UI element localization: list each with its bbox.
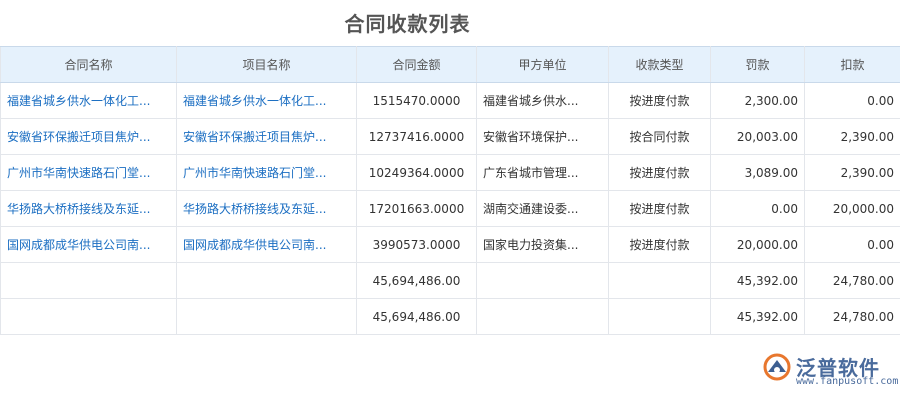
column-header-party-a[interactable]: 甲方单位 bbox=[476, 46, 609, 83]
subtotal-penalty: 45,392.00 bbox=[710, 262, 805, 299]
table-row[interactable]: 安徽省环保搬迁项目焦炉... 安徽省环保搬迁项目焦炉... 12737416.0… bbox=[0, 118, 900, 155]
penalty-cell: 2,300.00 bbox=[710, 82, 805, 119]
receipt-type-cell: 按进度付款 bbox=[608, 226, 711, 263]
total-deduction: 24,780.00 bbox=[804, 298, 900, 335]
project-name-link[interactable]: 华扬路大桥桥接线及东延... bbox=[176, 190, 357, 227]
party-a-cell: 湖南交通建设委... bbox=[476, 190, 609, 227]
table-row[interactable]: 福建省城乡供水一体化工... 福建省城乡供水一体化工... 1515470.00… bbox=[0, 82, 900, 119]
page-title: 合同收款列表 bbox=[344, 12, 471, 36]
contract-name-link[interactable]: 福建省城乡供水一体化工... bbox=[0, 82, 177, 119]
project-name-link[interactable]: 广州市华南快速路石门堂... bbox=[176, 154, 357, 191]
contract-name-link[interactable]: 安徽省环保搬迁项目焦炉... bbox=[0, 118, 177, 155]
project-name-link[interactable]: 国网成都成华供电公司南... bbox=[176, 226, 357, 263]
column-header-penalty[interactable]: 罚款 bbox=[710, 46, 805, 83]
subtotal-amount: 45,694,486.00 bbox=[356, 262, 477, 299]
empty-cell bbox=[0, 262, 177, 299]
receipt-type-cell: 按合同付款 bbox=[608, 118, 711, 155]
total-row: 45,694,486.00 45,392.00 24,780.00 bbox=[0, 298, 900, 335]
column-header-contract-name[interactable]: 合同名称 bbox=[0, 46, 177, 83]
empty-cell bbox=[608, 262, 711, 299]
empty-cell bbox=[176, 298, 357, 335]
contract-receipt-table: 合同名称 项目名称 合同金额 甲方单位 收款类型 罚款 扣款 福建省城乡供水一体… bbox=[0, 46, 900, 335]
contract-amount-cell: 3990573.0000 bbox=[356, 226, 477, 263]
empty-cell bbox=[476, 298, 609, 335]
empty-cell bbox=[476, 262, 609, 299]
receipt-type-cell: 按进度付款 bbox=[608, 190, 711, 227]
column-header-contract-amount[interactable]: 合同金额 bbox=[356, 46, 477, 83]
party-a-cell: 安徽省环境保护... bbox=[476, 118, 609, 155]
logo-url: www.fanpusoft.com bbox=[796, 376, 899, 387]
penalty-cell: 20,000.00 bbox=[710, 226, 805, 263]
subtotal-row: 45,694,486.00 45,392.00 24,780.00 bbox=[0, 262, 900, 299]
empty-cell bbox=[608, 298, 711, 335]
brand-logo: 泛普软件 www.fanpusoft.com bbox=[762, 350, 898, 394]
party-a-cell: 福建省城乡供水... bbox=[476, 82, 609, 119]
total-amount: 45,694,486.00 bbox=[356, 298, 477, 335]
party-a-cell: 国家电力投资集... bbox=[476, 226, 609, 263]
deduction-cell: 2,390.00 bbox=[804, 154, 900, 191]
total-penalty: 45,392.00 bbox=[710, 298, 805, 335]
column-header-project-name[interactable]: 项目名称 bbox=[176, 46, 357, 83]
deduction-cell: 0.00 bbox=[804, 226, 900, 263]
column-header-deduction[interactable]: 扣款 bbox=[804, 46, 900, 83]
subtotal-deduction: 24,780.00 bbox=[804, 262, 900, 299]
penalty-cell: 0.00 bbox=[710, 190, 805, 227]
contract-amount-cell: 10249364.0000 bbox=[356, 154, 477, 191]
table-header-row: 合同名称 项目名称 合同金额 甲方单位 收款类型 罚款 扣款 bbox=[0, 46, 900, 83]
fanpu-logo-icon bbox=[763, 353, 791, 381]
project-name-link[interactable]: 安徽省环保搬迁项目焦炉... bbox=[176, 118, 357, 155]
penalty-cell: 3,089.00 bbox=[710, 154, 805, 191]
contract-amount-cell: 1515470.0000 bbox=[356, 82, 477, 119]
deduction-cell: 20,000.00 bbox=[804, 190, 900, 227]
penalty-cell: 20,003.00 bbox=[710, 118, 805, 155]
empty-cell bbox=[0, 298, 177, 335]
party-a-cell: 广东省城市管理... bbox=[476, 154, 609, 191]
project-name-link[interactable]: 福建省城乡供水一体化工... bbox=[176, 82, 357, 119]
column-header-receipt-type[interactable]: 收款类型 bbox=[608, 46, 711, 83]
contract-amount-cell: 17201663.0000 bbox=[356, 190, 477, 227]
receipt-type-cell: 按进度付款 bbox=[608, 154, 711, 191]
table-row[interactable]: 广州市华南快速路石门堂... 广州市华南快速路石门堂... 10249364.0… bbox=[0, 154, 900, 191]
table-row[interactable]: 国网成都成华供电公司南... 国网成都成华供电公司南... 3990573.00… bbox=[0, 226, 900, 263]
table-row[interactable]: 华扬路大桥桥接线及东延... 华扬路大桥桥接线及东延... 17201663.0… bbox=[0, 190, 900, 227]
contract-name-link[interactable]: 华扬路大桥桥接线及东延... bbox=[0, 190, 177, 227]
deduction-cell: 0.00 bbox=[804, 82, 900, 119]
contract-name-link[interactable]: 广州市华南快速路石门堂... bbox=[0, 154, 177, 191]
contract-name-link[interactable]: 国网成都成华供电公司南... bbox=[0, 226, 177, 263]
empty-cell bbox=[176, 262, 357, 299]
contract-amount-cell: 12737416.0000 bbox=[356, 118, 477, 155]
deduction-cell: 2,390.00 bbox=[804, 118, 900, 155]
receipt-type-cell: 按进度付款 bbox=[608, 82, 711, 119]
